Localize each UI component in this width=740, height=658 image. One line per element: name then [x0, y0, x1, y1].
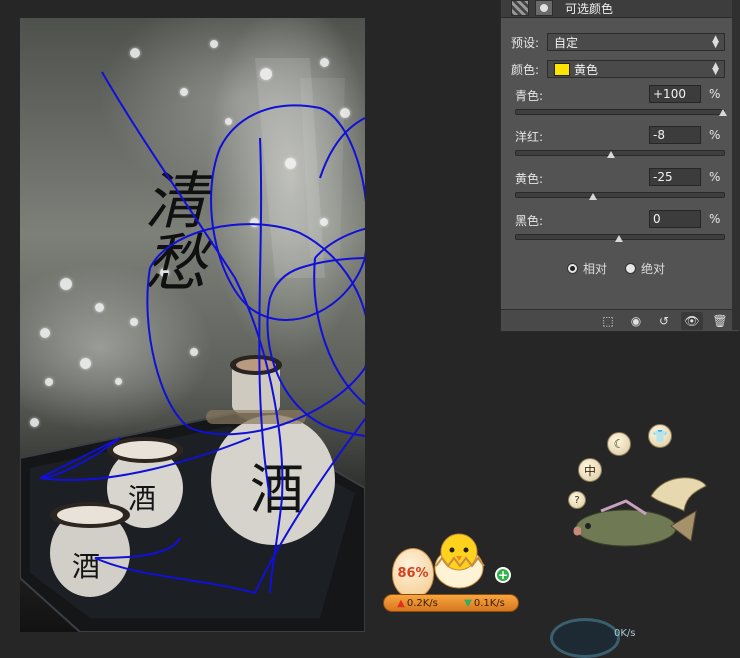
cup-character: 酒	[128, 482, 156, 515]
preset-select[interactable]: 自定 ▲ ▼	[547, 33, 725, 51]
color-swatch	[554, 62, 570, 76]
cup-character: 酒	[72, 550, 100, 583]
panel-header: 可选颜色	[501, 0, 739, 18]
cyan-input[interactable]: +100	[649, 85, 701, 103]
calligraphy-text: 清愁	[134, 168, 207, 292]
canvas-artwork: 酒 酒 酒 清愁	[20, 58, 365, 632]
preset-label: 预设:	[511, 35, 540, 50]
add-icon[interactable]: +	[495, 567, 511, 583]
black-percent: %	[709, 212, 721, 226]
clip-to-layer-icon[interactable]: ⬚	[597, 312, 619, 330]
black-label: 黑色:	[515, 214, 544, 228]
yellow-slider-thumb[interactable]	[589, 193, 597, 200]
shirt-icon[interactable]: 👕	[648, 424, 672, 448]
network-egg[interactable]: 86%	[392, 548, 434, 598]
yellow-label: 黄色:	[515, 172, 544, 186]
black-input[interactable]: 0	[649, 210, 701, 228]
select-arrows-icon: ▲ ▼	[712, 61, 719, 77]
panel-title: 可选颜色	[565, 1, 614, 16]
cyan-percent: %	[709, 87, 721, 101]
view-previous-icon[interactable]: ◉	[625, 312, 647, 330]
yellow-input[interactable]: -25	[649, 168, 701, 186]
absolute-option[interactable]: 绝对	[625, 260, 665, 277]
upload-arrow-icon: ▲	[397, 597, 405, 609]
colors-select[interactable]: 黄色 ▲ ▼	[547, 60, 725, 78]
trash-icon[interactable]: 🗑	[709, 312, 731, 330]
yellow-slider-track[interactable]	[515, 192, 725, 198]
relative-radio[interactable]	[567, 263, 578, 274]
yellow-percent: %	[709, 170, 721, 184]
chick-icon	[434, 533, 485, 589]
panel-footer: ⬚ ◉ ↺ 👁 🗑	[501, 309, 739, 331]
meter-speed-text: 0K/s	[614, 628, 636, 639]
relative-label: 相对	[583, 262, 608, 276]
cyan-slider-thumb[interactable]	[719, 109, 727, 116]
jar-character: 酒	[250, 458, 304, 521]
preset-row: 预设: 自定 ▲ ▼	[511, 33, 725, 51]
upload-speed: ▲ 0.2K/s	[397, 597, 438, 609]
visibility-eye-icon[interactable]: 👁	[681, 311, 703, 330]
select-arrows-icon: ▲ ▼	[712, 34, 719, 50]
relative-option[interactable]: 相对	[567, 260, 607, 277]
document-canvas[interactable]: 酒 酒 酒 清愁	[20, 18, 365, 632]
download-speed: ▼ 0.1K/s	[464, 597, 505, 609]
magenta-slider-thumb[interactable]	[606, 151, 615, 158]
fish-pet-icon[interactable]	[566, 466, 716, 576]
speed-meter[interactable]	[550, 618, 620, 658]
colors-row: 颜色: 黄色 ▲ ▼	[511, 60, 725, 78]
panel-scrollbar[interactable]	[732, 0, 740, 330]
moon-icon[interactable]: ☾	[607, 432, 631, 456]
magenta-percent: %	[709, 128, 721, 142]
colors-label: 颜色:	[511, 62, 540, 77]
preset-value: 自定	[554, 35, 579, 50]
cyan-slider-track[interactable]	[515, 109, 725, 115]
absolute-label: 绝对	[641, 262, 666, 276]
black-slider-thumb[interactable]	[615, 235, 623, 242]
cyan-label: 青色:	[515, 89, 544, 103]
colors-value: 黄色	[574, 62, 599, 77]
network-speed-bar: ▲ 0.2K/s ▼ 0.1K/s	[383, 594, 519, 612]
selective-color-panel: 可选颜色 预设: 自定 ▲ ▼ 颜色: 黄色 ▲ ▼ 青色: +100 % 洋红: …	[500, 0, 740, 332]
magenta-input[interactable]: -8	[649, 126, 701, 144]
absolute-radio[interactable]	[625, 263, 636, 274]
reset-icon[interactable]: ↺	[653, 312, 675, 330]
download-arrow-icon: ▼	[464, 597, 472, 609]
layer-mask-icon[interactable]	[535, 0, 553, 16]
magenta-slider-track[interactable]	[515, 150, 725, 156]
magenta-label: 洋红:	[515, 130, 544, 144]
adjustment-layer-icon[interactable]	[511, 0, 529, 16]
